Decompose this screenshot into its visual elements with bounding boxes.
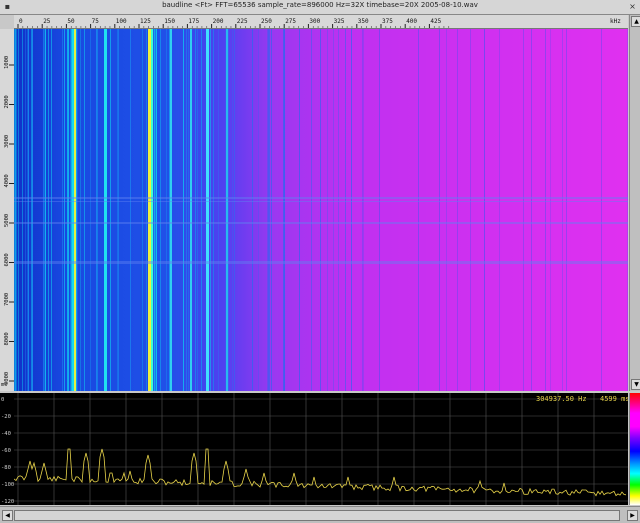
spectrum-db-axis: 0 -20 -40 -60 -80 -100 -120 xyxy=(0,393,14,505)
db-tick-label: -20 xyxy=(1,414,11,420)
time-unit-label: ms xyxy=(1,382,8,388)
frequency-tick-label: 175 xyxy=(188,18,199,25)
frequency-tick-label: 125 xyxy=(140,18,151,25)
db-axis-ticks: 0 -20 -40 -60 -80 -100 -120 xyxy=(1,397,14,505)
time-tick-label: 2000 xyxy=(4,95,10,108)
frequency-ruler-ticks: 0 25 50 75 100 125 150 175 200 225 250 275 300 325 350… xyxy=(17,18,621,28)
time-tick-label: 4000 xyxy=(4,174,10,187)
time-tick-label: 5000 xyxy=(4,214,10,227)
frequency-tick-label: 350 xyxy=(358,18,369,25)
frequency-tick-label: 300 xyxy=(309,18,320,25)
db-tick-label: -40 xyxy=(1,431,11,437)
frequency-tick-label: 150 xyxy=(164,18,175,25)
time-tick-label: 7000 xyxy=(4,293,10,306)
frequency-unit-label: kHz xyxy=(610,18,621,25)
scroll-right-icon[interactable]: ▶ xyxy=(627,510,638,521)
color-aperture-bar[interactable] xyxy=(629,393,640,505)
db-tick-label: -100 xyxy=(1,482,14,488)
frequency-tick-label: 75 xyxy=(92,18,100,25)
waterfall-spectrogram[interactable] xyxy=(14,29,628,391)
frequency-tick-label: 50 xyxy=(67,18,75,25)
vertical-scrollbar[interactable]: ▲ ▼ xyxy=(629,15,640,391)
window-title: baudline <Ft> FFT=65536 sample_rate=8960… xyxy=(162,1,478,9)
frequency-tick-label: 0 xyxy=(19,18,23,25)
time-tick-label: 1000 xyxy=(4,56,10,69)
horizontal-scroll-thumb[interactable] xyxy=(14,510,620,521)
frequency-tick-label: 325 xyxy=(334,18,345,25)
frequency-readout: 304937.50 Hz xyxy=(536,395,587,403)
spectrum-trace xyxy=(14,448,627,497)
scroll-up-icon[interactable]: ▲ xyxy=(631,16,640,27)
frequency-tick-label: 100 xyxy=(116,18,127,25)
scroll-down-icon[interactable]: ▼ xyxy=(631,379,640,390)
frequency-tick-label: 425 xyxy=(430,18,441,25)
db-tick-label: -120 xyxy=(1,499,14,505)
frequency-tick-label: 250 xyxy=(261,18,272,25)
time-tick-label: 3000 xyxy=(4,135,10,148)
spectrum-display[interactable]: 304937.50 Hz 4599 ms xyxy=(14,393,628,505)
frequency-ruler[interactable]: 0 25 50 75 100 125 150 175 200 225 250 275 300 325 350… xyxy=(14,15,628,29)
close-icon[interactable]: × xyxy=(628,2,637,11)
frequency-tick-label: 225 xyxy=(237,18,248,25)
waterfall-image xyxy=(14,29,628,391)
time-ruler[interactable]: 1000 2000 3000 4000 5000 6000 7000 8000 9000 ms xyxy=(0,29,15,391)
time-tick-label: 6000 xyxy=(4,253,10,266)
db-tick-label: 0 xyxy=(1,397,4,403)
baudline-window: ▪ baudline <Ft> FFT=65536 sample_rate=89… xyxy=(0,0,640,523)
frequency-tick-label: 200 xyxy=(213,18,224,25)
horizontal-scrollbar[interactable]: ◀ ▶ xyxy=(0,506,640,523)
frequency-tick-label: 400 xyxy=(406,18,417,25)
frequency-tick-label: 25 xyxy=(43,18,51,25)
scroll-left-icon[interactable]: ◀ xyxy=(2,510,13,521)
title-bar[interactable]: ▪ baudline <Ft> FFT=65536 sample_rate=89… xyxy=(0,0,640,15)
time-readout: 4599 ms xyxy=(600,395,628,403)
time-ruler-ticks: 100020003000400050006000700080009000ms xyxy=(1,56,14,388)
spectrum-plot xyxy=(14,393,628,505)
db-tick-label: -80 xyxy=(1,465,11,471)
frequency-tick-label: 375 xyxy=(382,18,393,25)
db-tick-label: -60 xyxy=(1,448,11,454)
frequency-tick-label: 275 xyxy=(285,18,296,25)
time-tick-label: 8000 xyxy=(4,332,10,345)
